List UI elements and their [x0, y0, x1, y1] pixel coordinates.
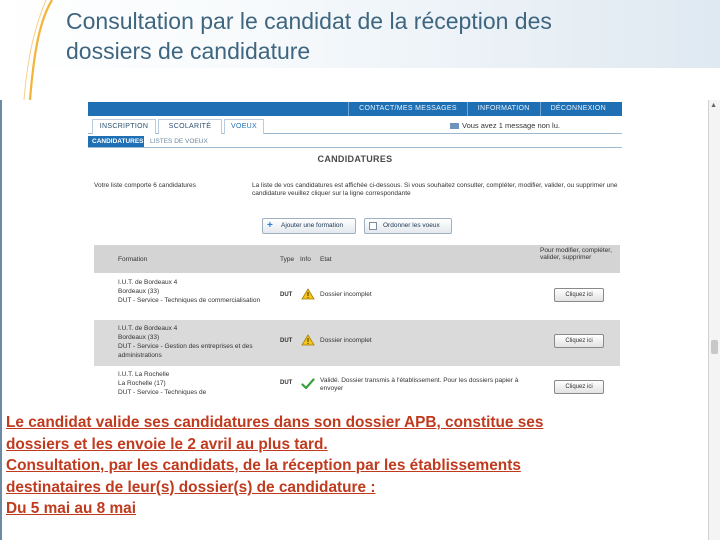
cell-formation: I.U.T. de Bordeaux 4 Bordeaux (33) DUT -… [118, 279, 261, 304]
tab-voeux[interactable]: VOEUX [224, 119, 264, 134]
main-tabs: INSCRIPTION SCOLARITÉ VOEUX Vous avez 1 … [88, 116, 622, 134]
top-nav: CONTACT/MES MESSAGES INFORMATION DÉCONNE… [348, 102, 616, 116]
envelope-icon [450, 123, 459, 130]
table-header: Formation Type Info Etat Pour modifier, … [94, 245, 620, 273]
slide-title: Consultation par le candidat de la récep… [66, 6, 706, 66]
cliquez-ici-button[interactable]: Cliquez ici [554, 288, 604, 302]
info-text: La liste de vos candidatures est affiché… [252, 182, 618, 197]
cell-etat: Dossier incomplet [320, 337, 372, 344]
candidature-count: Votre liste comporte 6 candidatures [94, 182, 196, 189]
add-formation-button[interactable]: + Ajouter une formation [262, 218, 356, 234]
table-row[interactable]: I.U.T. La Rochelle La Rochelle (17) DUT … [94, 366, 620, 412]
scroll-up-icon[interactable]: ▲ [710, 102, 717, 109]
subtab-listes-de-voeux[interactable]: LISTES DE VOEUX [146, 136, 212, 147]
caption-line3: Consultation, par les candidats, de la r… [6, 457, 521, 474]
decorative-swoosh [23, 0, 53, 100]
header-type: Type [280, 256, 295, 263]
caption: Le candidat valide ses candidatures dans… [6, 412, 716, 520]
cell-type: DUT [280, 338, 293, 344]
slide-title-line1: Consultation par le candidat de la récep… [66, 8, 552, 34]
nav-deconnexion[interactable]: DÉCONNEXION [539, 102, 616, 116]
cell-etat: Dossier incomplet [320, 291, 372, 298]
caption-line1: Le candidat valide ses candidatures dans… [6, 414, 544, 431]
list-icon [369, 222, 377, 230]
nav-contact-messages[interactable]: CONTACT/MES MESSAGES [348, 102, 467, 116]
subtab-divider [88, 147, 622, 148]
cell-formation: I.U.T. de Bordeaux 4 Bordeaux (33) DUT -… [118, 325, 253, 359]
order-voeux-label: Ordonner les voeux [383, 222, 440, 229]
warning-icon [301, 334, 315, 346]
add-formation-label: Ajouter une formation [281, 222, 344, 229]
nav-information[interactable]: INFORMATION [466, 102, 540, 116]
page-title: CANDIDATURES [317, 154, 393, 164]
warning-icon [301, 288, 315, 300]
cliquez-ici-button[interactable]: Cliquez ici [554, 380, 604, 394]
header-info: Info [300, 256, 311, 263]
table-row[interactable]: I.U.T. de Bordeaux 4 Bordeaux (33) DUT -… [94, 274, 620, 320]
tab-inscription[interactable]: INSCRIPTION [92, 119, 156, 134]
cliquez-ici-button[interactable]: Cliquez ici [554, 334, 604, 348]
header-formation: Formation [118, 256, 148, 263]
caption-line5: Du 5 mai au 8 mai [6, 500, 137, 517]
tab-scolarite[interactable]: SCOLARITÉ [158, 119, 222, 134]
check-icon [301, 378, 315, 390]
top-bar: CONTACT/MES MESSAGES INFORMATION DÉCONNE… [88, 102, 622, 116]
plus-icon: + [267, 220, 273, 231]
header-action: Pour modifier, compléter, valider, suppr… [540, 247, 612, 261]
scroll-thumb[interactable] [711, 340, 718, 354]
message-notification[interactable]: Vous avez 1 message non lu. [450, 121, 560, 130]
cell-formation: I.U.T. La Rochelle La Rochelle (17) DUT … [118, 371, 207, 396]
order-voeux-button[interactable]: Ordonner les voeux [364, 218, 452, 234]
subtab-candidatures[interactable]: CANDIDATURES [88, 136, 144, 147]
screenshot-border [0, 100, 2, 540]
slide-title-line2: dossiers de candidature [66, 38, 311, 64]
cell-type: DUT [280, 380, 293, 386]
cell-type: DUT [280, 292, 293, 298]
apb-app: CONTACT/MES MESSAGES INFORMATION DÉCONNE… [88, 102, 622, 422]
message-note-text: Vous avez 1 message non lu. [462, 121, 560, 130]
caption-line2: dossiers et les envoie le 2 avril au plu… [6, 435, 328, 453]
table-row[interactable]: I.U.T. de Bordeaux 4 Bordeaux (33) DUT -… [94, 320, 620, 366]
header-etat: Etat [320, 256, 332, 263]
cell-etat: Validé. Dossier transmis à l'établisseme… [320, 377, 519, 392]
caption-line4: destinataires de leur(s) dossier(s) de c… [6, 478, 376, 496]
